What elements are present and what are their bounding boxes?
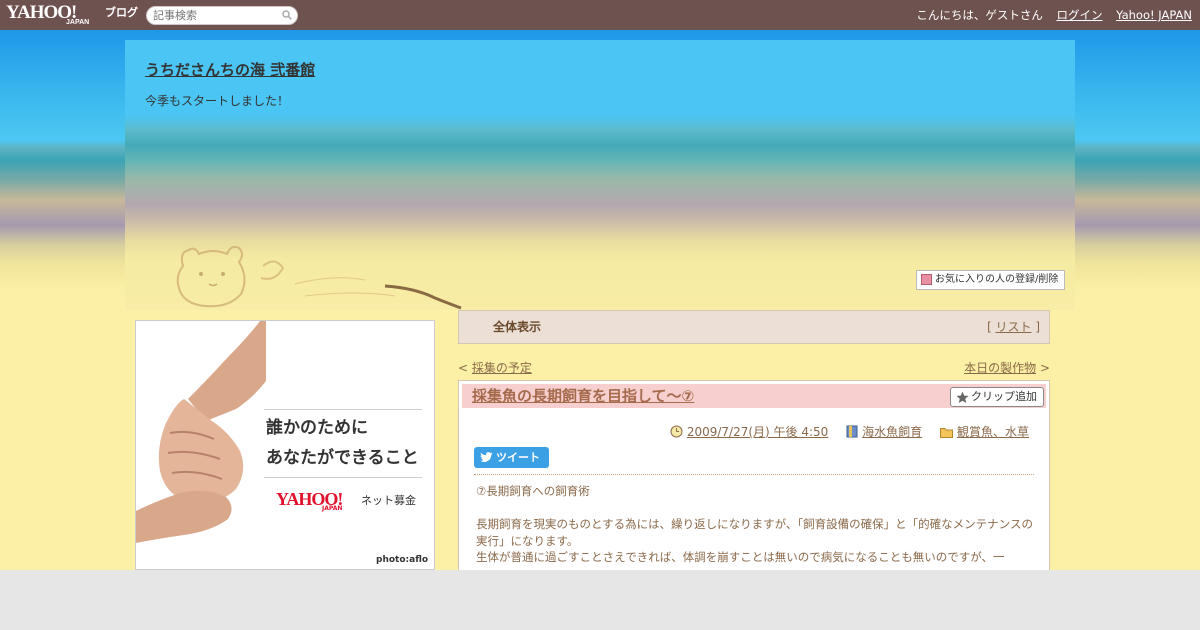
yahoo-blog-logo[interactable]: YAHOO! JAPAN ブログ bbox=[6, 3, 142, 27]
star-icon bbox=[956, 391, 969, 403]
holding-hands-image bbox=[136, 321, 266, 543]
summer-vacation-sand-drawing bbox=[176, 245, 462, 310]
view-mode-bar: 全体表示 [ リスト ] bbox=[458, 310, 1050, 344]
next-post-nav: 本日の製作物 > bbox=[964, 361, 1050, 375]
all-display-label: 全体表示 bbox=[493, 320, 542, 334]
next-post-link[interactable]: 本日の製作物 bbox=[964, 361, 1036, 375]
ad-service-name: ネット募金 bbox=[361, 494, 416, 507]
post-datetime-link[interactable]: 2009/7/27(月) 午後 4:50 bbox=[687, 425, 828, 439]
category-link-1[interactable]: 海水魚飼育 bbox=[862, 425, 922, 439]
ad-divider-bottom bbox=[264, 477, 422, 478]
ad-divider-top bbox=[264, 409, 422, 410]
category-link-2[interactable]: 観賞魚、水草 bbox=[957, 425, 1029, 439]
post-body-line bbox=[476, 500, 1036, 517]
login-link[interactable]: ログイン bbox=[1057, 8, 1103, 22]
prev-post-nav: < 採集の予定 bbox=[458, 361, 532, 375]
post-title-bar: 採集魚の長期飼育を目指して～⑦ クリップ追加 bbox=[462, 384, 1046, 408]
search-icon[interactable] bbox=[282, 10, 292, 20]
list-view-link[interactable]: リスト bbox=[995, 320, 1031, 334]
tweet-button[interactable]: ツイート bbox=[474, 447, 549, 468]
book-icon bbox=[846, 425, 858, 438]
prev-post-link[interactable]: 採集の予定 bbox=[472, 361, 532, 375]
clip-add-button[interactable]: クリップ追加 bbox=[950, 387, 1044, 407]
logo-blog-text: ブログ bbox=[105, 6, 138, 19]
clock-icon bbox=[670, 425, 683, 438]
prev-arrow: < bbox=[458, 361, 472, 375]
post-body-line: ⑦長期飼育への飼育術 bbox=[476, 484, 590, 498]
clip-add-label: クリップ追加 bbox=[971, 390, 1037, 403]
blog-description: 今季もスタートしました！ bbox=[145, 94, 290, 108]
blog-post: 採集魚の長期飼育を目指して～⑦ クリップ追加 2009/7/27(月) 午後 4… bbox=[458, 380, 1050, 580]
post-divider bbox=[474, 474, 1034, 475]
charity-ad-banner[interactable]: 誰かのために あなたができること YAHOO! JAPAN ネット募金 phot… bbox=[135, 320, 435, 570]
ad-yahoo-logo-sub: JAPAN bbox=[322, 505, 343, 512]
yahoo-japan-link[interactable]: Yahoo! JAPAN bbox=[1116, 8, 1192, 22]
blog-header: うちださんちの海 弐番館 今季もスタートしました！ お気に入りの人の登録/削除 bbox=[125, 40, 1075, 310]
favorite-register-label: お気に入りの人の登録/削除 bbox=[935, 274, 1059, 285]
tweet-label: ツイート bbox=[496, 451, 540, 464]
post-title[interactable]: 採集魚の長期飼育を目指して～⑦ bbox=[472, 387, 694, 405]
top-nav: こんにちは、ゲストさん ログイン Yahoo! JAPAN bbox=[906, 8, 1192, 22]
ad-headline-1: 誰かのために bbox=[266, 418, 368, 438]
next-arrow: > bbox=[1036, 361, 1050, 375]
favorite-register-button[interactable]: お気に入りの人の登録/削除 bbox=[916, 270, 1065, 290]
bracket-close: ] bbox=[1031, 320, 1040, 334]
post-meta: 2009/7/27(月) 午後 4:50 海水魚飼育 観賞魚、水草 bbox=[656, 424, 1029, 440]
footer-band bbox=[0, 570, 1200, 630]
search-box[interactable] bbox=[146, 6, 298, 25]
post-body-line: 長期飼育を現実のものとする為には、繰り返しになりますが、「飼育設備の確保」と「的… bbox=[476, 517, 1033, 548]
ad-headline-2: あなたができること bbox=[266, 448, 419, 468]
folder-icon bbox=[939, 428, 953, 438]
logo-subtext: JAPAN bbox=[66, 19, 90, 26]
twitter-bird-icon bbox=[480, 452, 493, 462]
search-input[interactable] bbox=[153, 8, 273, 23]
greeting-text: こんにちは、ゲストさん bbox=[916, 8, 1043, 22]
post-body: ⑦長期飼育への飼育術 長期飼育を現実のものとする為には、繰り返しになりますが、「… bbox=[476, 483, 1036, 566]
blog-title[interactable]: うちださんちの海 弐番館 bbox=[145, 60, 315, 80]
favorite-icon bbox=[921, 274, 932, 285]
post-body-line: 生体が普通に過ごすことさえできれば、体調を崩すことは無いので病気になることも無い… bbox=[476, 550, 1005, 564]
top-bar: YAHOO! JAPAN ブログ こんにちは、ゲストさん ログイン Yahoo!… bbox=[0, 0, 1200, 30]
list-view-link-wrapper: [ リスト ] bbox=[987, 320, 1040, 334]
ad-photo-credit: photo:aflo bbox=[376, 555, 429, 565]
